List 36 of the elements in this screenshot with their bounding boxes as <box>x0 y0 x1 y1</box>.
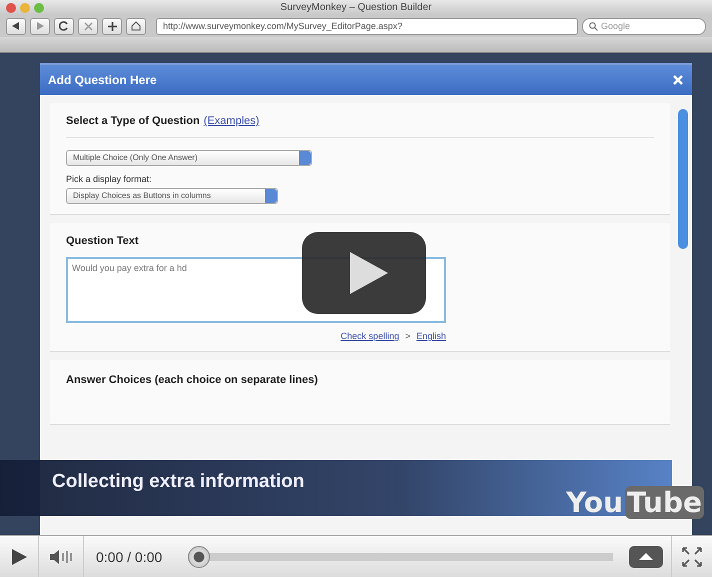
scrollbar[interactable] <box>678 109 688 249</box>
play-icon <box>10 548 28 566</box>
time-display: 0:00 / 0:00 <box>95 548 164 564</box>
window-title: SurveyMonkey – Question Builder <box>280 2 432 14</box>
check-spelling-link[interactable]: Check spelling <box>340 331 400 341</box>
display-format-dropdown[interactable]: Display Choices as Buttons in columns <box>66 188 278 204</box>
back-arrow-icon <box>12 22 20 30</box>
address-field[interactable]: http://www.surveymonkey.com/MySurvey_EditorPage.aspx? <box>156 18 578 34</box>
speaker-icon <box>49 548 73 564</box>
home-icon <box>131 21 141 31</box>
stop-icon <box>84 22 92 30</box>
question-type-dropdown[interactable]: Multiple Choice (Only One Answer) <box>66 150 312 166</box>
close-window-icon[interactable] <box>6 2 16 13</box>
section-heading: Answer Choices (each choice on separate lines) <box>66 374 319 386</box>
up-triangle-icon <box>638 552 654 561</box>
separator: > <box>405 331 410 341</box>
dialog-title: Add Question Here <box>48 73 157 87</box>
play-overlay-icon[interactable] <box>302 232 426 314</box>
add-bookmark-button[interactable] <box>102 18 122 34</box>
search-icon <box>589 22 598 30</box>
close-icon[interactable] <box>672 74 684 86</box>
reload-button[interactable] <box>54 18 74 34</box>
menu-button[interactable] <box>629 546 663 568</box>
caption-text: Collecting extra information <box>52 471 304 493</box>
reload-icon <box>59 21 69 31</box>
back-button[interactable] <box>6 18 26 34</box>
forward-arrow-icon <box>36 22 44 30</box>
section-heading: Question Text <box>66 235 140 247</box>
language-link[interactable]: English <box>416 331 446 341</box>
home-button[interactable] <box>126 18 146 34</box>
progress-handle[interactable] <box>188 546 210 568</box>
section-heading: Select a Type of Question <box>66 115 200 127</box>
plus-icon <box>108 22 116 30</box>
fullscreen-icon <box>682 546 702 566</box>
examples-link[interactable]: (Examples) <box>204 115 260 127</box>
format-label: Pick a display format: <box>66 174 153 184</box>
